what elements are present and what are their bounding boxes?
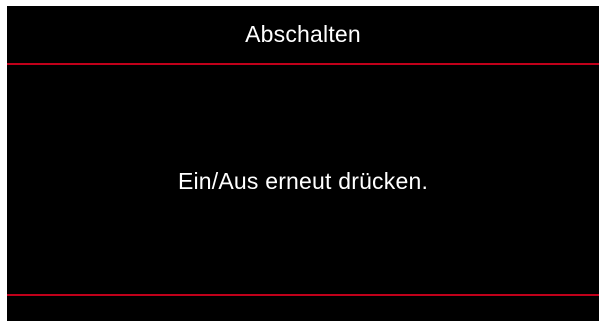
dialog-title-bar: Abschalten [7,6,599,63]
dialog-title: Abschalten [245,21,361,47]
dialog-message-area: Ein/Aus erneut drücken. [7,65,599,294]
bottom-divider-line [7,294,599,296]
dialog-message: Ein/Aus erneut drücken. [177,168,429,194]
power-off-dialog: Abschalten Ein/Aus erneut drücken. [7,6,599,321]
